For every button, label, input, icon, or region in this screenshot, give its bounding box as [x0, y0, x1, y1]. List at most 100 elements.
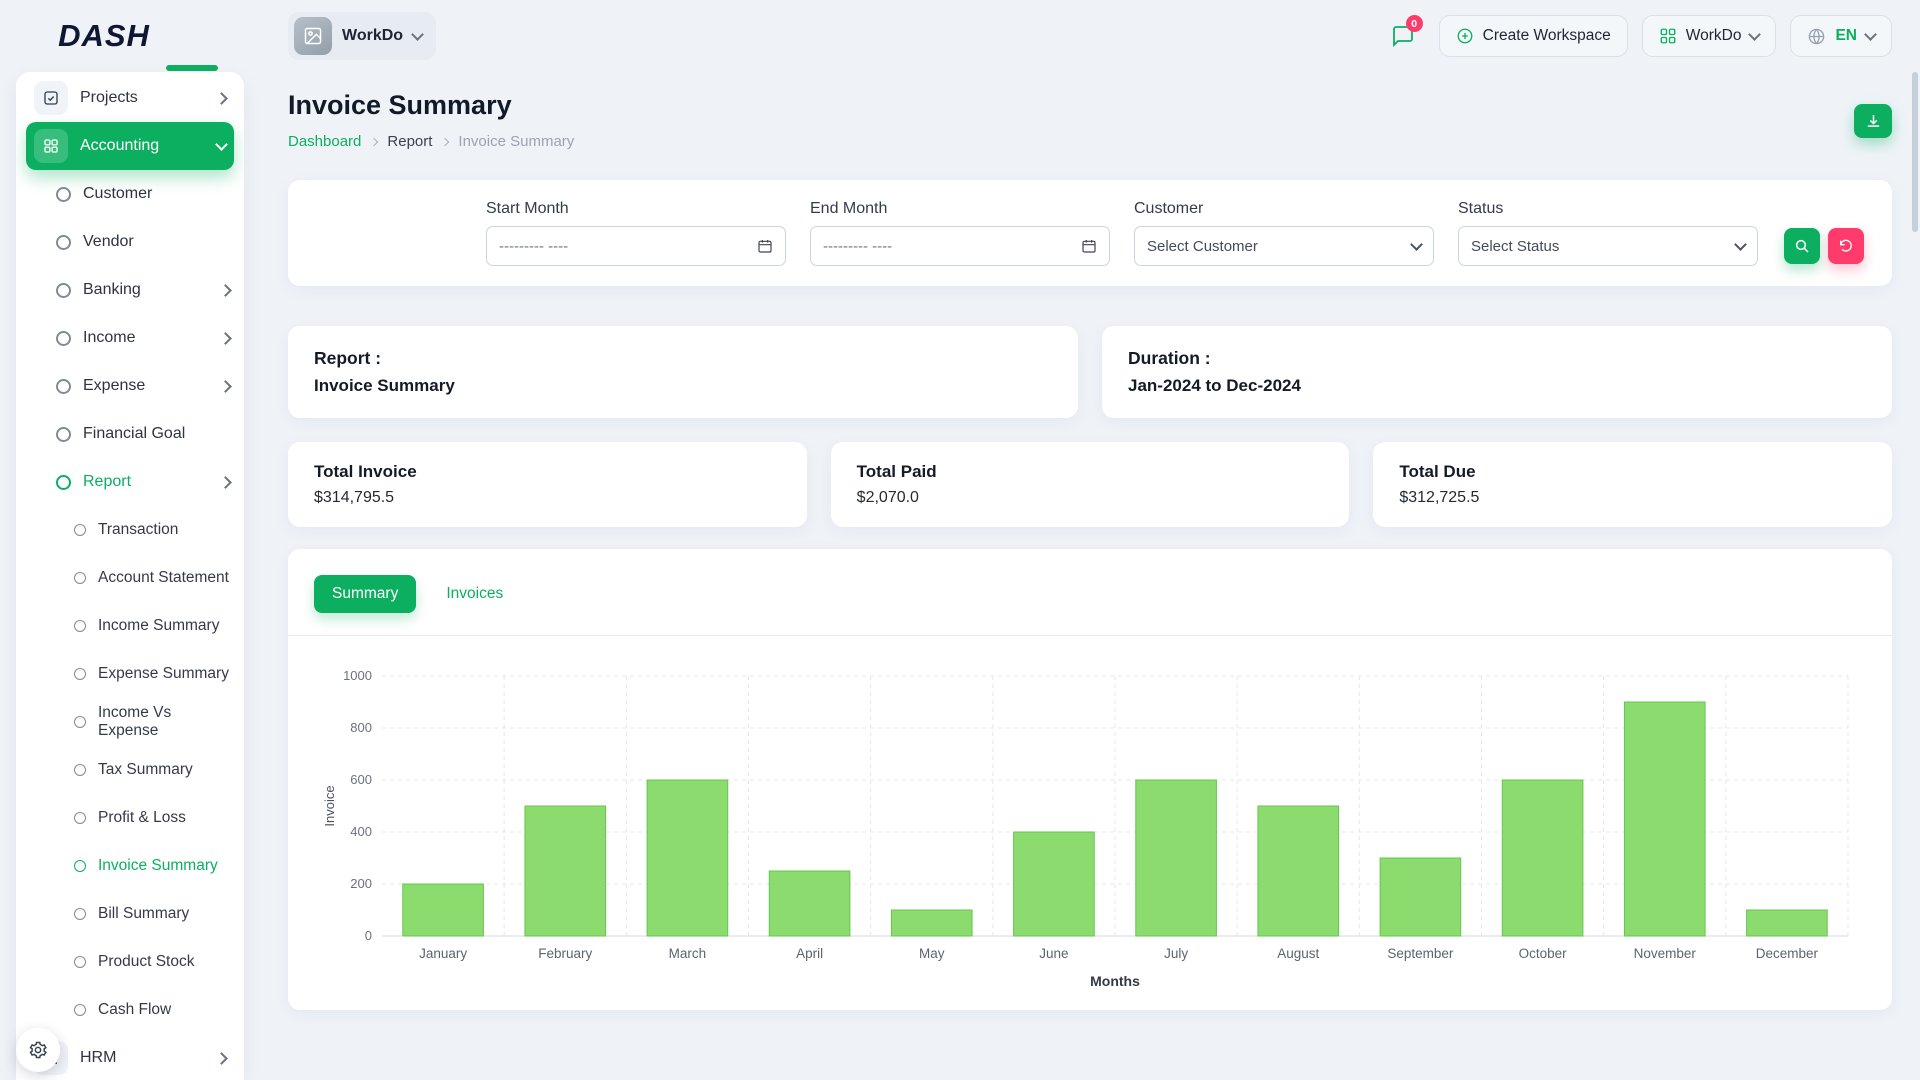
- start-month-input[interactable]: --------- ----: [486, 226, 786, 266]
- sidebar-item-income-vs-expense[interactable]: Income Vs Expense: [16, 698, 244, 746]
- svg-text:1000: 1000: [343, 668, 372, 683]
- sidebar-item-accounting[interactable]: Accounting: [26, 122, 234, 170]
- sidebar-item-label: Tax Summary: [98, 761, 193, 779]
- bar-august: [1258, 806, 1339, 936]
- workspace-switcher[interactable]: WorkDo: [288, 12, 436, 60]
- chevron-down-icon: [411, 28, 424, 41]
- sidebar-item-vendor[interactable]: Vendor: [16, 218, 244, 266]
- svg-text:600: 600: [350, 772, 372, 787]
- bullet-icon: [56, 379, 71, 394]
- reset-button[interactable]: [1828, 228, 1864, 264]
- bullet-icon: [56, 427, 71, 442]
- bullet-icon: [74, 1004, 86, 1016]
- bullet-icon: [74, 812, 86, 824]
- bar-april: [769, 871, 850, 936]
- scrollbar-thumb[interactable]: [1912, 72, 1918, 232]
- bullet-icon: [56, 283, 71, 298]
- sidebar-item-account-statement[interactable]: Account Statement: [16, 554, 244, 602]
- status-label: Status: [1458, 200, 1758, 218]
- download-button[interactable]: [1854, 104, 1892, 138]
- status-select[interactable]: Select Status: [1458, 226, 1758, 266]
- chevron-right-icon: [370, 137, 378, 145]
- sidebar-item-bill-summary[interactable]: Bill Summary: [16, 890, 244, 938]
- gear-icon: [28, 1040, 48, 1060]
- svg-text:May: May: [919, 946, 945, 961]
- tab-summary[interactable]: Summary: [314, 575, 416, 613]
- svg-text:February: February: [538, 946, 592, 961]
- svg-text:August: August: [1277, 946, 1319, 961]
- bullet-icon: [74, 572, 86, 584]
- bar-july: [1136, 780, 1217, 936]
- svg-text:January: January: [419, 946, 467, 961]
- sidebar-item-invoice-summary[interactable]: Invoice Summary: [16, 842, 244, 890]
- sidebar-item-label: Profit & Loss: [98, 809, 186, 827]
- bullet-icon: [56, 187, 71, 202]
- end-month-input[interactable]: --------- ----: [810, 226, 1110, 266]
- language-selector[interactable]: EN: [1790, 15, 1892, 57]
- logo-text: DASH: [58, 18, 150, 54]
- chat-badge: 0: [1406, 15, 1423, 32]
- svg-text:0: 0: [365, 928, 372, 943]
- chevron-down-icon: [1410, 238, 1423, 251]
- total-paid-card: Total Paid $2,070.0: [831, 442, 1350, 527]
- bar-november: [1624, 702, 1705, 936]
- svg-text:400: 400: [350, 824, 372, 839]
- chevron-right-icon: [215, 1052, 228, 1065]
- download-icon: [1865, 113, 1882, 130]
- sidebar-item-transaction[interactable]: Transaction: [16, 506, 244, 554]
- chevron-down-icon: [1864, 28, 1877, 41]
- sidebar-item-label: Banking: [83, 281, 141, 299]
- top-header: WorkDo 0 Create Workspace: [260, 0, 1920, 72]
- bullet-icon: [74, 524, 86, 536]
- bar-may: [891, 910, 972, 936]
- svg-text:November: November: [1634, 946, 1697, 961]
- sidebar-item-label: Vendor: [83, 233, 134, 251]
- sidebar-item-profit-loss[interactable]: Profit & Loss: [16, 794, 244, 842]
- sidebar-item-cash-flow[interactable]: Cash Flow: [16, 986, 244, 1034]
- sidebar-item-label: Projects: [80, 89, 138, 107]
- y-axis-label: Invoice: [322, 785, 337, 826]
- settings-gear-button[interactable]: [16, 1028, 60, 1072]
- bar-march: [647, 780, 728, 936]
- bullet-icon: [74, 620, 86, 632]
- total-invoice-value: $314,795.5: [314, 489, 781, 507]
- sidebar-item-label: Account Statement: [98, 569, 229, 587]
- bullet-icon: [74, 908, 86, 920]
- sidebar-item-label: Product Stock: [98, 953, 195, 971]
- chevron-down-icon: [1734, 238, 1747, 251]
- duration-card-value: Jan-2024 to Dec-2024: [1128, 376, 1866, 396]
- breadcrumb-report[interactable]: Report: [387, 133, 432, 150]
- app-logo[interactable]: DASH: [0, 0, 260, 72]
- total-paid-value: $2,070.0: [857, 489, 1324, 507]
- chevron-right-icon: [215, 92, 228, 105]
- tab-invoices[interactable]: Invoices: [446, 585, 503, 603]
- sidebar-item-projects[interactable]: Projects: [26, 74, 234, 122]
- sidebar-item-income-summary[interactable]: Income Summary: [16, 602, 244, 650]
- sidebar-item-tax-summary[interactable]: Tax Summary: [16, 746, 244, 794]
- logo-swoosh-icon: [166, 65, 218, 71]
- workspace-menu-button[interactable]: WorkDo: [1642, 15, 1777, 57]
- sidebar-item-banking[interactable]: Banking: [16, 266, 244, 314]
- workspace-menu-label: WorkDo: [1686, 27, 1742, 45]
- sidebar-item-customer[interactable]: Customer: [16, 170, 244, 218]
- sidebar-item-expense-summary[interactable]: Expense Summary: [16, 650, 244, 698]
- create-workspace-button[interactable]: Create Workspace: [1439, 15, 1628, 57]
- messages-button[interactable]: 0: [1381, 15, 1425, 57]
- bar-january: [403, 884, 484, 936]
- breadcrumb-current: Invoice Summary: [458, 133, 574, 150]
- sidebar-item-financial-goal[interactable]: Financial Goal: [16, 410, 244, 458]
- start-month-value: --------- ----: [499, 238, 757, 255]
- breadcrumb-dashboard[interactable]: Dashboard: [288, 133, 361, 150]
- customer-select[interactable]: Select Customer: [1134, 226, 1434, 266]
- bar-june: [1014, 832, 1095, 936]
- report-card-label: Report :: [314, 348, 1052, 369]
- total-due-value: $312,725.5: [1399, 489, 1866, 507]
- sidebar-item-expense[interactable]: Expense: [16, 362, 244, 410]
- sidebar-item-product-stock[interactable]: Product Stock: [16, 938, 244, 986]
- search-button[interactable]: [1784, 228, 1820, 264]
- sidebar-item-report[interactable]: Report: [16, 458, 244, 506]
- create-workspace-label: Create Workspace: [1483, 27, 1611, 45]
- sidebar-item-label: Cash Flow: [98, 1001, 171, 1019]
- sidebar-item-income[interactable]: Income: [16, 314, 244, 362]
- bullet-icon: [56, 235, 71, 250]
